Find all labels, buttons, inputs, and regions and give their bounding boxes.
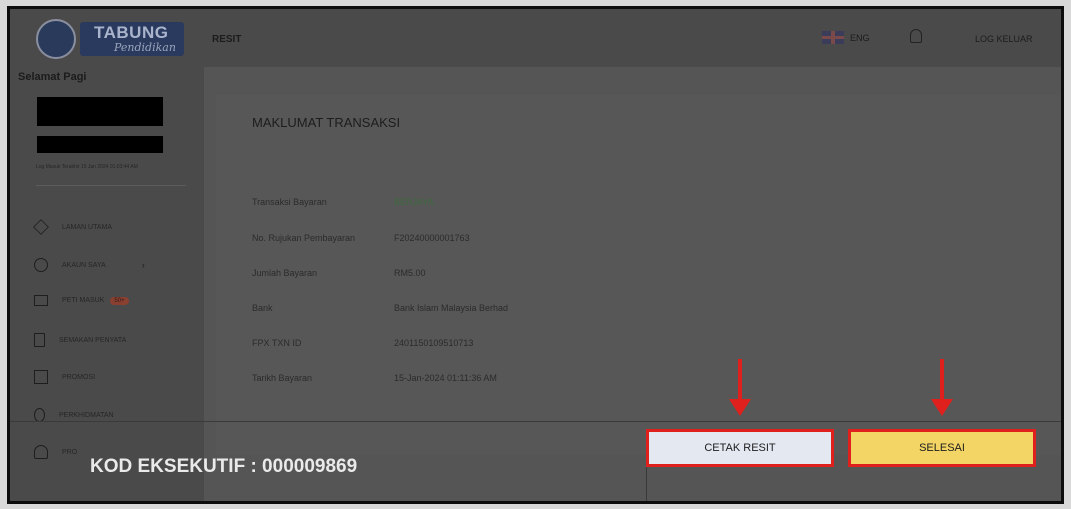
logo-seal-icon bbox=[36, 19, 76, 59]
card-title: MAKLUMAT TRANSAKSI bbox=[252, 115, 401, 130]
sidebar-item-akaun-saya[interactable]: AKAUN SAYA › bbox=[34, 258, 145, 272]
footer-divider bbox=[10, 421, 1061, 422]
print-receipt-button[interactable]: CETAK RESIT bbox=[646, 429, 834, 467]
logo[interactable]: TABUNG Pendidikan bbox=[36, 19, 186, 59]
last-login: Log Masuk Terakhir 15 Jan 2024 01:03:44 … bbox=[36, 164, 138, 170]
gift-icon bbox=[34, 370, 48, 384]
bell-icon[interactable] bbox=[910, 29, 922, 43]
logo-text: TABUNG bbox=[94, 23, 169, 42]
top-bar: TABUNG Pendidikan RESIT ENG LOG KELUAR bbox=[10, 9, 1061, 67]
envelope-icon bbox=[34, 295, 48, 306]
sidebar: Selamat Pagi Log Masuk Terakhir 15 Jan 2… bbox=[10, 67, 204, 501]
detail-row-amount: Jumlah Bayaran RM5.00 bbox=[252, 268, 426, 278]
language-label: ENG bbox=[850, 32, 870, 43]
logo-subtext: Pendidikan bbox=[114, 41, 176, 54]
logout-link[interactable]: LOG KELUAR bbox=[975, 34, 1033, 44]
sidebar-item-perkhidmatan[interactable]: PERKHIDMATAN bbox=[34, 408, 114, 422]
arrow-down-icon bbox=[931, 359, 953, 416]
inbox-badge: 50+ bbox=[110, 296, 129, 305]
layers-icon bbox=[33, 219, 49, 235]
sidebar-item-laman-utama[interactable]: LAMAN UTAMA bbox=[33, 219, 112, 235]
payment-status: BERJAYA bbox=[394, 197, 434, 207]
arrow-down-icon bbox=[729, 359, 751, 416]
uk-flag-icon bbox=[822, 31, 844, 44]
detail-row-reference: No. Rujukan Pembayaran F20240000001763 bbox=[252, 233, 470, 243]
app-window: TABUNG Pendidikan RESIT ENG LOG KELUAR S… bbox=[7, 6, 1064, 504]
detail-row-status: Transaksi Bayaran BERJAYA bbox=[252, 197, 434, 207]
sidebar-item-profil[interactable]: PRO bbox=[34, 445, 77, 459]
dollar-circle-icon bbox=[34, 258, 48, 272]
language-switch[interactable]: ENG bbox=[822, 31, 870, 44]
greeting: Selamat Pagi bbox=[18, 71, 87, 83]
user-icon bbox=[34, 445, 48, 459]
detail-row-bank: Bank Bank Islam Malaysia Berhad bbox=[252, 303, 509, 313]
chevron-right-icon: › bbox=[141, 260, 145, 270]
redacted-id bbox=[37, 136, 163, 153]
detail-row-fpx: FPX TXN ID 2401150109510713 bbox=[252, 338, 474, 348]
document-icon bbox=[34, 333, 45, 347]
executive-code-overlay: KOD EKSEKUTIF : 000009869 bbox=[90, 456, 358, 477]
sidebar-item-promosi[interactable]: PROMOSI bbox=[34, 370, 95, 384]
sidebar-item-semakan-penyata[interactable]: SEMAKAN PENYATA bbox=[34, 333, 126, 347]
detail-row-date: Tarikh Bayaran 15-Jan-2024 01:11:36 AM bbox=[252, 373, 497, 383]
page-title: RESIT bbox=[212, 34, 242, 45]
divider bbox=[36, 185, 186, 186]
redacted-name bbox=[37, 97, 163, 126]
sidebar-item-peti-masuk[interactable]: PETI MASUK 50+ bbox=[34, 295, 129, 306]
service-icon bbox=[34, 408, 45, 422]
done-button[interactable]: SELESAI bbox=[848, 429, 1036, 467]
